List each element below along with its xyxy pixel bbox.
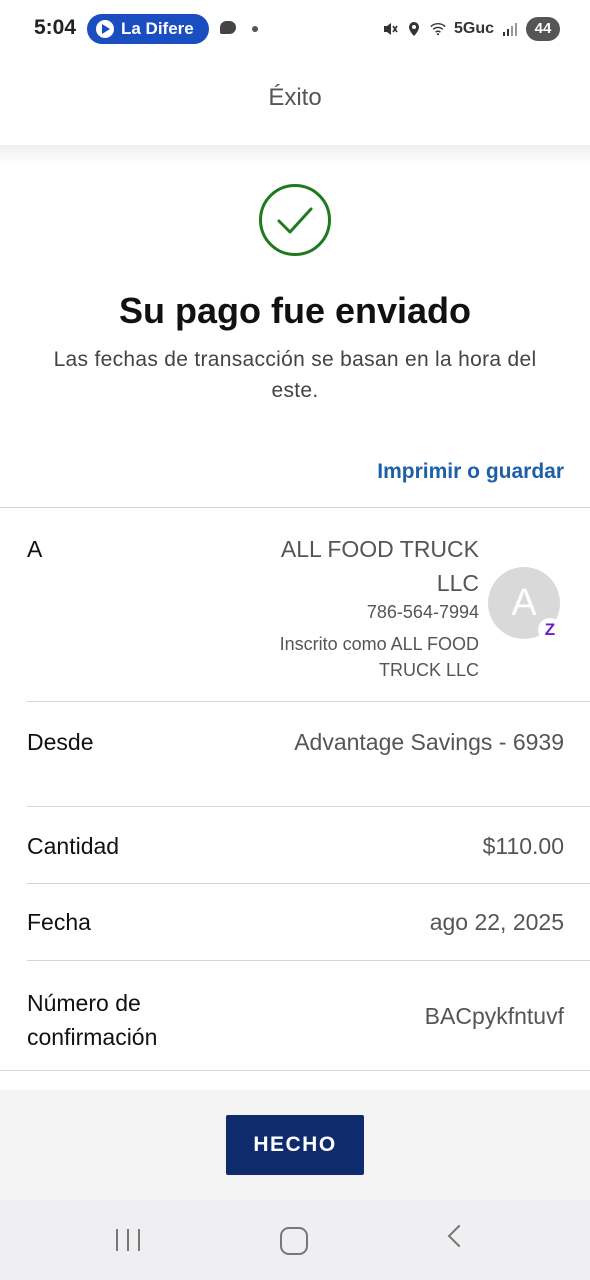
from-label: Desde <box>27 729 94 755</box>
confirmation-number-label: Número de confirmación <box>27 990 158 1050</box>
confirmation-number-value: BACpykfntuvf <box>424 1003 564 1029</box>
divider <box>0 1070 590 1071</box>
success-check-icon <box>259 184 331 256</box>
page-title: Éxito <box>268 84 322 111</box>
confirmation-title: Su pago fue enviado <box>118 290 472 331</box>
header: Éxito <box>0 60 590 145</box>
divider <box>0 507 590 508</box>
recipient-name: ALL FOOD TRUCK LLC <box>280 536 479 596</box>
done-button[interactable]: HECHO <box>226 1115 364 1175</box>
status-bar: 5:04 La Difere 5Guc 44 <box>0 0 590 60</box>
zelle-icon: Z <box>538 618 562 642</box>
amount-value: $110.00 <box>482 833 564 859</box>
more-notifications-icon <box>252 26 258 32</box>
to-label: A <box>27 536 43 562</box>
notification-pill[interactable]: La Difere <box>87 14 209 44</box>
home-icon[interactable] <box>280 1227 308 1255</box>
header-shadow <box>0 145 590 165</box>
recipient-enrolled-name: Inscrito como ALL FOOD TRUCK LLC <box>279 634 479 680</box>
notification-label: La Difere <box>121 19 194 38</box>
date-value: ago 22, 2025 <box>429 909 564 935</box>
amount-label: Cantidad <box>27 833 120 859</box>
recipient-phone: 786-564-7994 <box>366 602 479 622</box>
battery-badge: 44 <box>526 17 560 41</box>
play-icon <box>96 20 114 38</box>
recent-apps-icon[interactable] <box>116 1229 142 1251</box>
divider <box>27 701 590 702</box>
divider <box>27 960 590 961</box>
status-time: 5:04 <box>34 16 77 39</box>
print-or-save-link[interactable]: Imprimir o guardar <box>377 460 564 484</box>
location-icon <box>408 22 419 36</box>
status-icons: 5Guc 44 <box>382 14 560 44</box>
signal-icon <box>503 23 517 36</box>
chat-icon <box>220 21 236 34</box>
from-account: Advantage Savings - 6939 <box>294 729 564 755</box>
date-label: Fecha <box>27 909 91 935</box>
network-label: 5Guc <box>453 20 494 37</box>
confirmation-subtitle: Las fechas de transacción se basan en la… <box>53 348 537 402</box>
mute-icon <box>383 23 398 35</box>
divider <box>27 883 590 884</box>
wifi-icon <box>430 22 446 36</box>
divider <box>27 806 590 807</box>
